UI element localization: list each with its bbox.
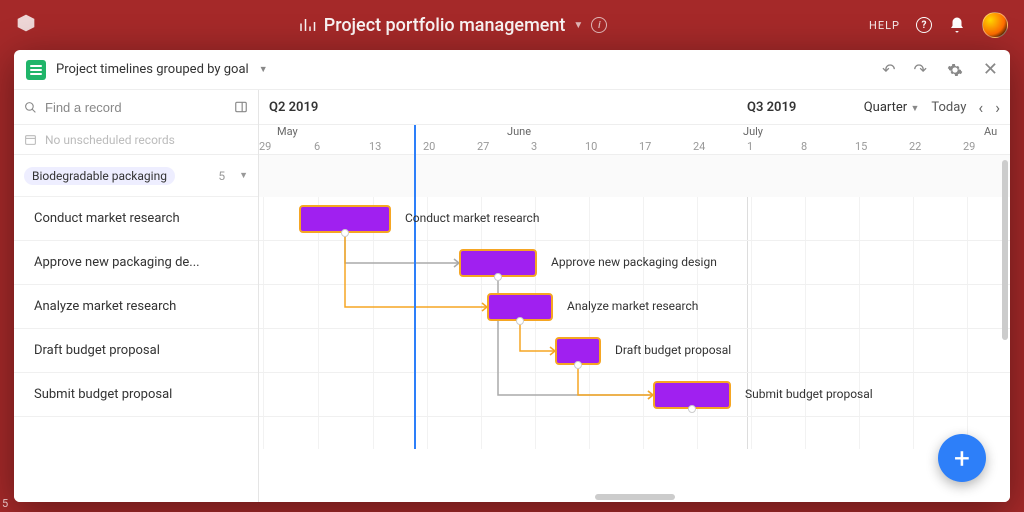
scrollbar-horizontal[interactable] [595, 494, 675, 500]
day-labels: 29 6 13 20 27 3 10 17 24 1 8 15 22 29 [259, 140, 1010, 155]
day-label: 29 [259, 140, 271, 153]
month-label: Au [984, 125, 997, 138]
day-label: 20 [423, 140, 435, 153]
task-row[interactable]: Approve new packaging de... [14, 241, 258, 285]
day-label: 3 [531, 140, 537, 153]
calendar-icon [24, 133, 37, 146]
timeline[interactable]: Q2 2019 Q3 2019 Quarter ▼ Today ‹ › May J… [259, 90, 1010, 502]
collapse-panel-icon[interactable] [234, 100, 248, 114]
window-header: Project timelines grouped by goal ▼ ↶ ↷ … [14, 50, 1010, 90]
help-icon[interactable]: ? [916, 17, 932, 33]
help-link[interactable]: HELP [869, 19, 900, 32]
add-button[interactable]: + [938, 434, 986, 482]
unscheduled-label: No unscheduled records [45, 133, 175, 147]
scrollbar-vertical[interactable] [1002, 160, 1008, 340]
day-label: 27 [477, 140, 489, 153]
page-title: Project portfolio management [324, 15, 566, 36]
quarter-left: Q2 2019 [269, 100, 469, 115]
record-count: 5 [2, 497, 8, 510]
view-title[interactable]: Project timelines grouped by goal [56, 62, 249, 77]
group-name: Biodegradable packaging [24, 167, 175, 185]
day-label: 17 [639, 140, 651, 153]
info-icon[interactable]: i [591, 17, 607, 33]
search-input[interactable] [45, 100, 226, 115]
next-icon[interactable]: › [995, 98, 1000, 117]
unscheduled-row: No unscheduled records [14, 125, 258, 155]
undo-icon[interactable]: ↶ [882, 60, 895, 79]
gantt-bar-label: Approve new packaging design [551, 255, 717, 269]
month-label: July [743, 125, 763, 138]
task-row[interactable]: Analyze market research [14, 285, 258, 329]
topbar: Project portfolio management ▼ i HELP ? [0, 0, 1024, 50]
bell-icon[interactable] [948, 16, 966, 34]
gantt-bar-label: Submit budget proposal [745, 387, 873, 401]
task-row[interactable]: Submit budget proposal [14, 373, 258, 417]
day-label: 10 [585, 140, 597, 153]
prev-icon[interactable]: ‹ [978, 98, 983, 117]
day-label: 6 [314, 140, 320, 153]
timeline-window: Project timelines grouped by goal ▼ ↶ ↷ … [14, 50, 1010, 502]
group-header[interactable]: Biodegradable packaging 5 ▼ [14, 155, 258, 197]
logo-icon [16, 13, 36, 33]
day-label: 29 [963, 140, 975, 153]
task-row[interactable]: Conduct market research [14, 197, 258, 241]
gantt-bar-label: Analyze market research [567, 299, 698, 313]
day-label: 24 [693, 140, 705, 153]
timeline-body[interactable]: Conduct market research Approve new packa… [259, 155, 1010, 449]
day-label: 13 [369, 140, 381, 153]
timeline-header: Q2 2019 Q3 2019 Quarter ▼ Today ‹ › [259, 90, 1010, 125]
gear-icon[interactable] [947, 62, 963, 78]
chevron-down-icon: ▼ [573, 20, 583, 31]
gantt-bar-label: Draft budget proposal [615, 343, 731, 357]
month-label: May [277, 125, 298, 138]
scale-select[interactable]: Quarter ▼ [864, 100, 920, 115]
redo-icon[interactable]: ↷ [914, 60, 927, 79]
month-labels: May June July Au [259, 125, 1010, 140]
avatar[interactable] [982, 12, 1008, 38]
chart-icon [298, 16, 316, 34]
today-button[interactable]: Today [931, 100, 966, 115]
gantt-view-icon[interactable] [26, 60, 46, 80]
close-icon[interactable]: ✕ [983, 59, 998, 80]
group-count: 5 [218, 169, 225, 183]
today-line [414, 125, 416, 449]
chevron-down-icon[interactable]: ▼ [259, 64, 268, 75]
month-label: June [507, 125, 531, 138]
day-label: 22 [909, 140, 921, 153]
search-row [14, 90, 258, 125]
sidebar: No unscheduled records Biodegradable pac… [14, 90, 259, 502]
day-label: 1 [747, 140, 753, 153]
day-label: 8 [801, 140, 807, 153]
day-label: 15 [855, 140, 867, 153]
task-row[interactable]: Draft budget proposal [14, 329, 258, 373]
gantt-bar-label: Conduct market research [405, 211, 539, 225]
search-icon [24, 101, 37, 114]
chevron-down-icon: ▼ [239, 170, 248, 181]
quarter-right: Q3 2019 [747, 100, 796, 115]
page-title-area[interactable]: Project portfolio management ▼ i [36, 15, 869, 36]
